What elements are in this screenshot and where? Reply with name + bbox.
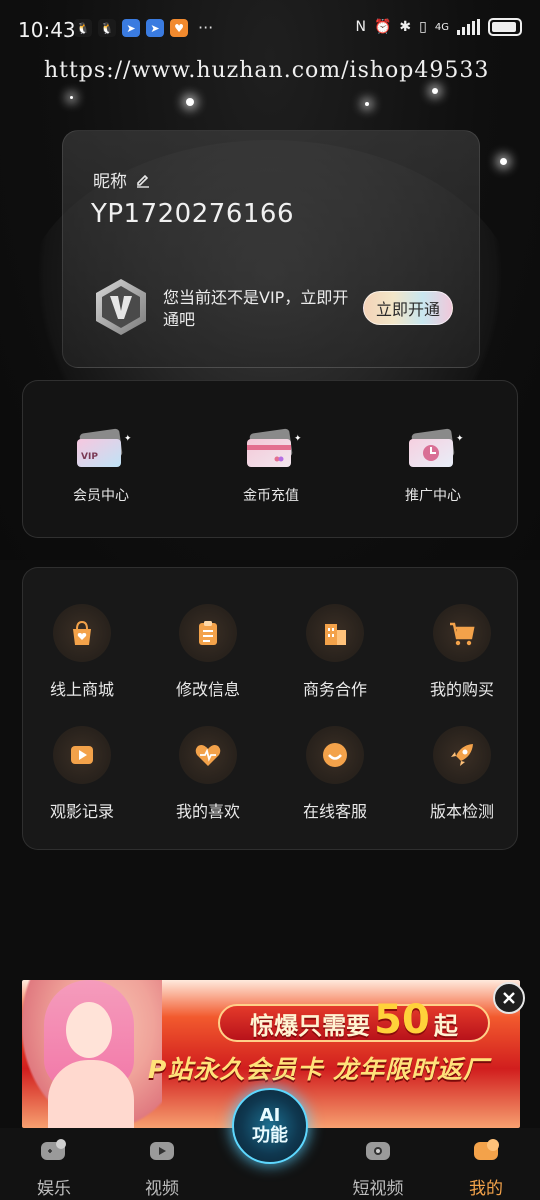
qq-icon: 🐧 [98,19,116,37]
user-id: YP1720276166 [91,199,294,229]
nav-item-mine[interactable]: 我的 [446,1138,526,1199]
svg-text:✦: ✦ [294,434,301,444]
vip-card-icon: VIP ✦ [77,428,132,467]
network-type: 4G [434,21,449,33]
app-notification-icon: ♥ [170,19,188,37]
promo-card-icon: ✦ [409,428,464,467]
banner-price-number: 50 [374,997,430,1043]
banner-price-suffix: 起 [433,1011,458,1040]
banner-character-face [66,1002,112,1058]
clipboard-icon [179,604,237,662]
entertainment-icon [41,1139,66,1160]
service-online-support[interactable]: 在线客服 [280,726,390,822]
nav-item-entertainment[interactable]: 娱乐 [14,1138,94,1199]
close-icon [503,992,515,1004]
ai-button-line1: AI [259,1105,281,1126]
quick-label: 推广中心 [405,488,461,504]
profile-card: 昵称 YP1720276166 您当前还不是VIP，立即开通吧 立即开通 [62,130,480,368]
nickname-row[interactable]: 昵称 [93,167,151,192]
signal-icon [457,19,480,35]
open-vip-button[interactable]: 立即开通 [363,291,453,325]
nav-label: 视频 [145,1179,179,1199]
nickname-label: 昵称 [93,172,127,192]
status-bar: 10:43 🐧 🐧 ➤ ➤ ♥ ··· N ⏰ ✱ ▯ 4G [0,0,540,60]
star [186,98,194,106]
status-notification-icons: 🐧 🐧 ➤ ➤ ♥ ··· [74,19,213,37]
shopping-bag-icon [53,604,111,662]
building-icon [306,604,364,662]
nav-label: 我的 [469,1179,503,1199]
short-video-icon [366,1142,390,1160]
banner-character-body [48,1060,134,1128]
banner-character-image [22,980,162,1128]
bluetooth-icon: ✱ [399,19,412,35]
quick-label: 金币充值 [243,488,299,504]
service-label: 在线客服 [302,802,367,821]
qq-icon: 🐧 [74,19,92,37]
banner-price-pill: 惊爆只需要 50 起 [218,997,490,1043]
banner-price-text: 惊爆只需要 [250,1011,371,1040]
nav-item-video[interactable]: 视频 [122,1138,202,1199]
service-my-likes[interactable]: 我的喜欢 [153,726,263,822]
mine-icon [474,1139,499,1160]
quick-actions-panel: VIP ✦ 会员中心 ✦ 金币充值 ✦ 推广中心 [22,380,518,538]
banner-headline: P站永久会员卡 龙年限时返厂 [148,1055,490,1084]
services-panel: 线上商城 修改信息 商务合作 我的购买 观影记录 我的喜欢 在线客服 版本检测 [22,567,518,850]
service-online-mall[interactable]: 线上商城 [27,604,137,700]
play-icon [53,726,111,784]
service-label: 版本检测 [429,802,494,821]
star [432,88,438,94]
ai-button-line2: 功能 [252,1125,288,1146]
vip-badge-icon [96,279,146,335]
star [500,158,507,165]
app-notification-icon: ➤ [122,19,140,37]
pencil-icon[interactable] [135,172,151,188]
star [365,102,369,106]
service-watch-history[interactable]: 观影记录 [27,726,137,822]
service-version-check[interactable]: 版本检测 [407,726,517,822]
nfc-icon: N [355,19,366,35]
star [70,96,73,99]
rocket-icon [433,726,491,784]
service-label: 我的喜欢 [175,802,240,821]
coin-card-icon: ✦ [247,428,302,467]
svg-text:✦: ✦ [456,434,463,444]
nav-label: 娱乐 [37,1179,71,1199]
banner-close-button[interactable] [493,982,525,1014]
nav-item-short-video[interactable]: 短视频 [338,1138,418,1199]
quick-item-vip-center[interactable]: VIP ✦ 会员中心 [41,425,161,505]
service-label: 修改信息 [175,680,240,699]
status-time: 10:43 [18,18,76,42]
cart-icon [433,604,491,662]
nav-label: 短视频 [352,1179,404,1199]
quick-item-promo-center[interactable]: ✦ 推广中心 [373,425,493,505]
heart-icon [179,726,237,784]
ai-feature-button[interactable]: AI 功能 [232,1088,308,1164]
alarm-icon: ⏰ [373,19,392,35]
watermark-url: https://www.huzhan.com/ishop49533 [44,58,490,83]
service-edit-info[interactable]: 修改信息 [153,604,263,700]
vip-prompt-text: 您当前还不是VIP，立即开通吧 [163,288,349,329]
svg-text:VIP: VIP [81,452,98,462]
quick-label: 会员中心 [73,488,129,504]
svg-text:✦: ✦ [124,434,131,444]
quick-item-coin-recharge[interactable]: ✦ 金币充值 [211,425,331,505]
service-label: 观影记录 [49,802,114,821]
service-label: 商务合作 [302,680,367,699]
video-icon [150,1142,174,1160]
service-my-purchase[interactable]: 我的购买 [407,604,517,700]
service-label: 我的购买 [429,680,494,699]
status-system-icons: N ⏰ ✱ ▯ 4G [355,18,522,36]
battery-icon [488,18,522,36]
vibrate-icon: ▯ [419,19,427,35]
smile-icon [306,726,364,784]
service-label: 线上商城 [49,680,114,699]
service-business[interactable]: 商务合作 [280,604,390,700]
app-notification-icon: ➤ [146,19,164,37]
more-notifications-icon: ··· [198,18,214,37]
